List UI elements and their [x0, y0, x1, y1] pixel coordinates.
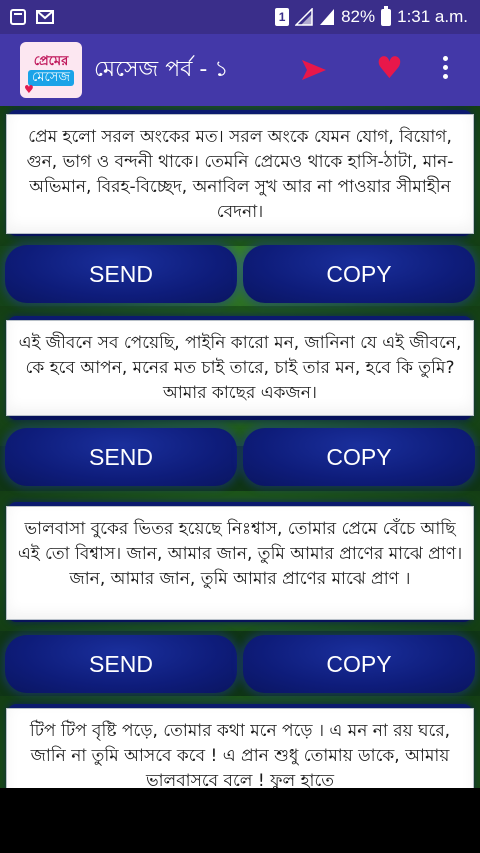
signal-icon: [295, 8, 313, 26]
copy-button[interactable]: COPY: [243, 635, 475, 693]
mail-icon: [36, 10, 54, 24]
app-logo: প্রেমের মেসেজ ♥: [20, 42, 82, 98]
logo-heart-icon: ♥: [24, 83, 34, 96]
message-text: ভালবাসা বুকের ভিতর হয়েছে নিঃশ্বাস, তোমা…: [6, 506, 474, 620]
heart-icon[interactable]: ♥: [376, 54, 403, 84]
copy-button[interactable]: COPY: [243, 428, 475, 486]
send-button[interactable]: SEND: [5, 635, 237, 693]
copy-button[interactable]: COPY: [243, 245, 475, 303]
logo-line1: প্রেমের: [33, 54, 69, 69]
navigation-bar-area: [0, 788, 480, 853]
status-bar: 1 82% 1:31 a.m.: [0, 0, 480, 34]
clock: 1:31 a.m.: [397, 7, 468, 26]
app-bar: প্রেমের মেসেজ ♥ মেসেজ পর্ব - ১ ♥: [0, 34, 480, 106]
battery-percent: 82%: [341, 7, 376, 26]
sim-icon: 1: [275, 8, 290, 26]
more-vert-icon[interactable]: [442, 56, 448, 79]
send-icon[interactable]: [300, 58, 328, 82]
logo-line2: মেসেজ: [28, 70, 74, 86]
message-text: এই জীবনে সব পেয়েছি, পাইনি কারো মন, জানি…: [6, 320, 474, 416]
message-list[interactable]: প্রেম হলো সরল অংকের মত। সরল অংকে যেমন যো…: [0, 106, 480, 788]
page-title: মেসেজ পর্ব - ১: [94, 56, 229, 82]
message-text: প্রেম হলো সরল অংকের মত। সরল অংকে যেমন যো…: [6, 114, 474, 234]
message-text: টিপ টিপ বৃষ্টি পড়ে, তোমার কথা মনে পড়ে …: [6, 708, 474, 788]
send-button[interactable]: SEND: [5, 245, 237, 303]
battery-icon: [381, 5, 392, 26]
send-button[interactable]: SEND: [5, 428, 237, 486]
notification-icon: [10, 9, 26, 25]
signal-strength-icon: [320, 9, 335, 25]
